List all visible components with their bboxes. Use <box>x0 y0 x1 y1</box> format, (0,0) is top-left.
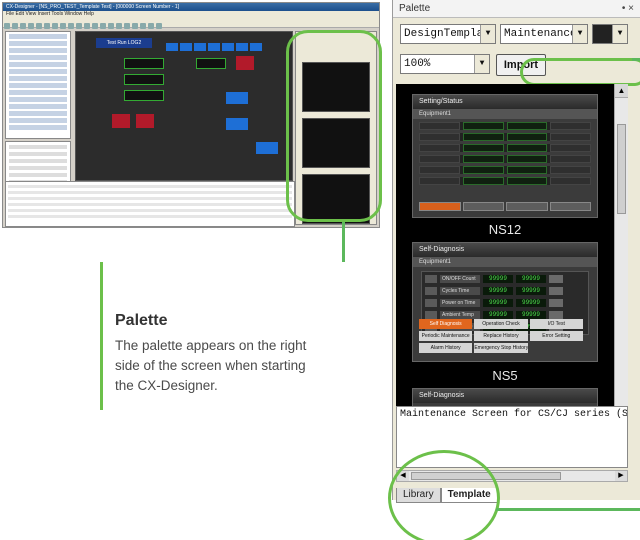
template-description-text: Maintenance Screen for CS/CJ series (Spe… <box>400 409 627 420</box>
template-caption-ns5: NS5 <box>492 368 518 383</box>
row-label: ON/OFF Count <box>440 275 480 283</box>
ns5-button: Operation Check <box>474 319 528 329</box>
row-label: Ambient Temp <box>440 311 480 319</box>
thumb-numeric-cell <box>124 90 164 101</box>
thumb-menubar: File Edit View Insert Tools Window Help <box>3 11 379 18</box>
ns5-button: Emergency Stop History <box>474 343 528 353</box>
ns5-table-row: Cycles Time 99999 99999 <box>425 286 585 296</box>
zoom-select[interactable]: 100% ▼ <box>400 54 490 74</box>
template-subheader: Equipment1 <box>413 109 597 119</box>
caption-heading: Palette <box>115 312 168 329</box>
row-label: Cycles Time <box>440 287 480 295</box>
tabs-highlight <box>388 450 500 540</box>
template-thumbnail-3[interactable]: Self-Diagnosis <box>412 388 598 406</box>
palette-caption: Palette The palette appears on the right… <box>100 262 350 410</box>
thumb-palette-highlight <box>286 30 382 222</box>
template-list[interactable]: Setting/Status Equipment1 NS12 Self-Diag… <box>396 84 614 406</box>
template-select[interactable]: DesignTemplate ▼ <box>400 24 496 44</box>
import-highlight <box>520 58 640 86</box>
category-select[interactable]: Maintenance(CS ▼ <box>500 24 588 44</box>
thumb-screen-canvas: Test Run LOG2 <box>75 31 293 181</box>
color-select[interactable]: ▼ <box>592 24 628 44</box>
template-thumbnail-ns5[interactable]: Self-Diagnosis Equipment1 ON/OFF Count 99… <box>412 242 598 362</box>
thumb-numeric-cell <box>124 74 164 85</box>
thumb-canvas-header: Test Run LOG2 <box>96 38 152 48</box>
ns5-button: Alarm History <box>419 343 473 353</box>
chevron-down-icon[interactable]: ▼ <box>612 25 627 43</box>
ns5-button: Self Diagnosis <box>419 319 473 329</box>
row-button <box>549 275 563 283</box>
template-thumbnail-ns12[interactable]: Setting/Status Equipment1 <box>412 94 598 218</box>
thumb-red-button <box>136 114 154 128</box>
row-indicator <box>425 287 437 295</box>
template-list-scrollbar[interactable]: ▲ <box>614 84 628 406</box>
thumb-red-button <box>236 56 254 70</box>
connector-line <box>632 58 640 61</box>
connector-line <box>342 222 345 264</box>
ns5-table-row: ON/OFF Count 99999 99999 <box>425 274 585 284</box>
thumb-red-button <box>112 114 130 128</box>
template-header: Self-Diagnosis <box>413 389 597 403</box>
thumb-blue-button <box>226 92 248 104</box>
thumb-canvas-buttons <box>166 38 264 56</box>
template-buttons <box>419 202 591 211</box>
template-caption-ns12: NS12 <box>488 222 522 237</box>
chevron-down-icon[interactable]: ▼ <box>474 55 489 73</box>
thumb-titlebar: CX-Designer - [NS_PRO_TEST_Template Test… <box>3 3 379 11</box>
row-indicator <box>425 299 437 307</box>
row-setting-value: 99999 <box>483 287 513 295</box>
scroll-thumb[interactable] <box>617 124 626 214</box>
close-icon[interactable]: • × <box>622 0 634 18</box>
template-subheader: Equipment1 <box>413 257 597 267</box>
palette-titlebar: Palette • × <box>393 0 640 18</box>
ns5-table-row: Power on Time 99999 99999 <box>425 298 585 308</box>
ns5-button-grid: Self Diagnosis Operation Check I/O Test Per… <box>419 319 591 353</box>
chevron-down-icon[interactable]: ▼ <box>572 25 587 43</box>
row-indicator <box>425 275 437 283</box>
thumb-blue-button <box>256 142 278 154</box>
caption-body: The palette appears on the right side of… <box>115 338 307 393</box>
ns5-button: Replace History <box>474 331 528 341</box>
row-button <box>549 299 563 307</box>
thumb-toolbar <box>3 18 379 29</box>
row-present-value: 99999 <box>516 299 546 307</box>
ns5-button: I/O Test <box>529 319 583 329</box>
row-present-value: 99999 <box>516 311 546 319</box>
scroll-right-icon[interactable]: ▶ <box>615 471 627 481</box>
row-setting-value: 99999 <box>483 311 513 319</box>
row-button <box>549 287 563 295</box>
template-header: Self-Diagnosis <box>413 243 597 257</box>
row-indicator <box>425 311 437 319</box>
thumb-project-tree <box>5 31 71 139</box>
scroll-up-icon[interactable]: ▲ <box>615 84 628 98</box>
row-present-value: 99999 <box>516 275 546 283</box>
root: { "thumbnail": { "title": "CX-Designer -… <box>0 0 640 540</box>
ns5-button: Error Setting <box>529 331 583 341</box>
row-button <box>549 311 563 319</box>
template-header: Setting/Status <box>413 95 597 109</box>
thumb-output-panel <box>5 181 295 227</box>
row-setting-value: 99999 <box>483 275 513 283</box>
row-label: Power on Time <box>440 299 480 307</box>
thumb-numeric-cell <box>124 58 164 69</box>
ns5-button: Periodic Maintenance <box>419 331 473 341</box>
row-setting-value: 99999 <box>483 299 513 307</box>
row-present-value: 99999 <box>516 287 546 295</box>
thumb-numeric-cell <box>196 58 226 69</box>
palette-title: Palette <box>399 3 431 14</box>
connector-line <box>496 508 640 511</box>
thumb-blue-button <box>226 118 248 130</box>
chevron-down-icon[interactable]: ▼ <box>480 25 495 43</box>
zoom-select-value: 100% <box>404 58 431 70</box>
